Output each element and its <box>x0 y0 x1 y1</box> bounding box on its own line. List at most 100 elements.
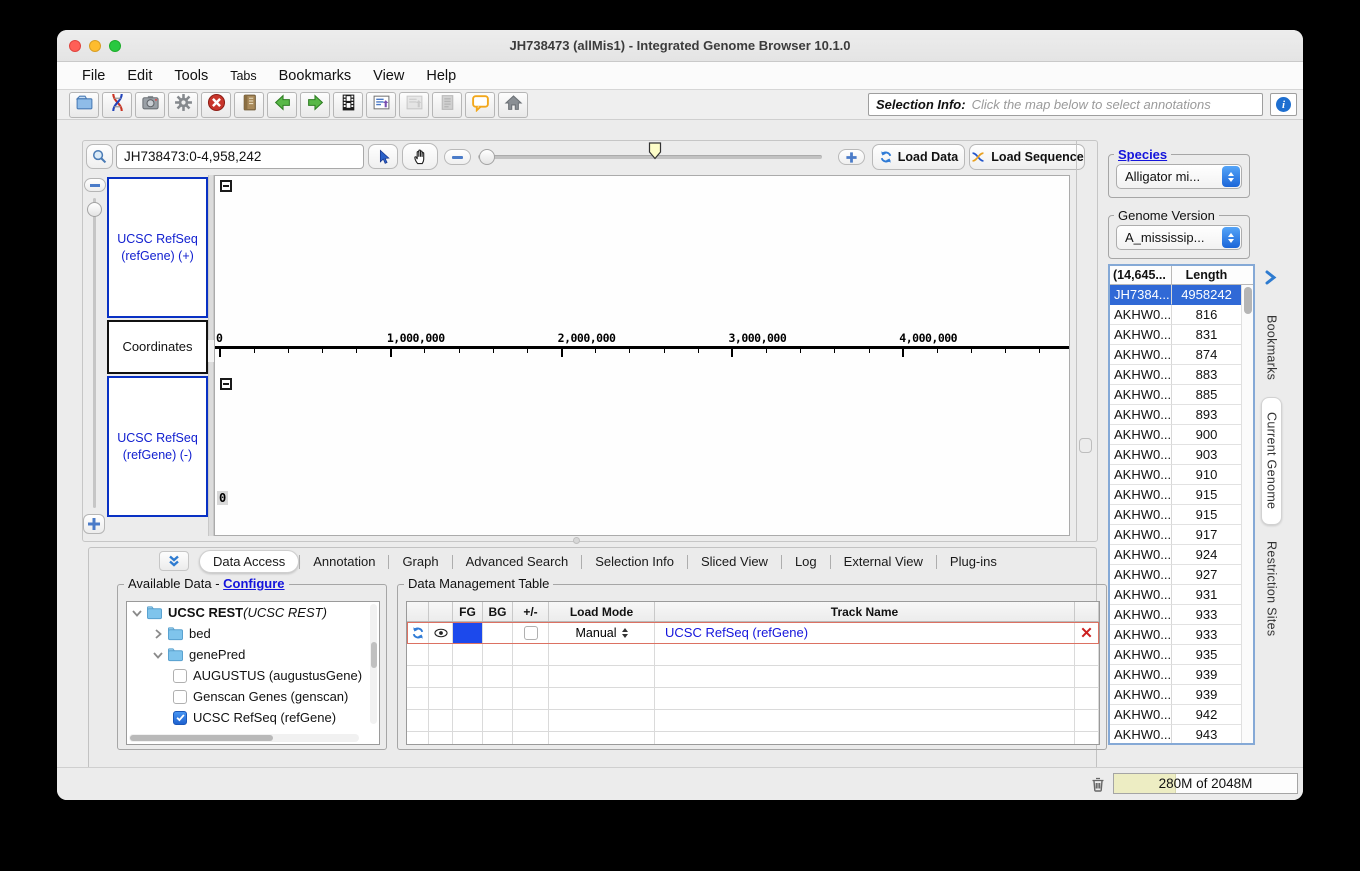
export-view-button[interactable] <box>366 92 396 118</box>
seq-row[interactable]: AKHW0...885 <box>1110 385 1253 405</box>
tree-item-ucsc-refseq-refgene[interactable]: UCSC RefSeq (refGene) <box>127 707 379 728</box>
seq-row[interactable]: AKHW0...816 <box>1110 305 1253 325</box>
load-mode-select[interactable]: Manual <box>549 622 655 644</box>
track-label-coordinates[interactable]: Coordinates <box>107 320 208 374</box>
menu-tabs[interactable]: Tabs <box>219 69 267 83</box>
track-row[interactable]: ManualUCSC RefSeq (refGene) <box>407 622 1099 644</box>
seq-column-header[interactable]: (14,645... <box>1110 266 1172 284</box>
minimize-tab-panel-button[interactable] <box>159 551 189 571</box>
delete-track-icon[interactable] <box>1075 622 1099 644</box>
seq-row[interactable]: AKHW0...927 <box>1110 565 1253 585</box>
preferences-button[interactable] <box>168 92 198 118</box>
vertical-zoom-out-button[interactable] <box>84 178 106 192</box>
tab-data-access[interactable]: Data Access <box>199 550 299 573</box>
seq-row[interactable]: AKHW0...939 <box>1110 685 1253 705</box>
tab-annotation[interactable]: Annotation <box>300 551 388 572</box>
selection-info-details-button[interactable]: i <box>1270 93 1297 116</box>
tree-horizontal-scrollbar[interactable] <box>129 734 359 742</box>
menu-view[interactable]: View <box>362 68 415 84</box>
position-input[interactable]: JH738473:0-4,958,242 <box>116 144 364 169</box>
bottom-splitter-handle[interactable] <box>573 537 580 544</box>
side-tab-bookmarks[interactable]: Bookmarks <box>1261 300 1282 396</box>
forward-button[interactable] <box>300 92 330 118</box>
tree-item-augustus-augustusgene[interactable]: AUGUSTUS (augustusGene) <box>127 665 379 686</box>
bg-color-swatch[interactable] <box>483 622 513 644</box>
export-disabled-button[interactable] <box>399 92 429 118</box>
expand-side-panel-button[interactable] <box>1262 268 1279 287</box>
seq-row[interactable]: AKHW0...933 <box>1110 625 1253 645</box>
sequence-table-scrollbar[interactable] <box>1241 285 1253 743</box>
configure-link[interactable]: Configure <box>223 576 284 591</box>
vertical-zoom-slider[interactable] <box>93 198 96 508</box>
menu-file[interactable]: File <box>71 68 116 84</box>
strand-checkbox[interactable] <box>513 622 549 644</box>
load-sequence-button[interactable]: Load Sequence <box>969 144 1085 170</box>
seq-row[interactable]: AKHW0...931 <box>1110 585 1253 605</box>
memory-meter[interactable]: 280M of 2048M <box>1113 773 1298 794</box>
tab-selection-info[interactable]: Selection Info <box>582 551 687 572</box>
snapshot-button[interactable] <box>135 92 165 118</box>
seq-row[interactable]: AKHW0...939 <box>1110 665 1253 685</box>
select-tool-button[interactable] <box>368 144 398 169</box>
side-tab-restriction-sites[interactable]: Restriction Sites <box>1261 528 1282 650</box>
seq-row[interactable]: AKHW0...933 <box>1110 605 1253 625</box>
seq-row[interactable]: AKHW0...942 <box>1110 705 1253 725</box>
tree-item-genscan-genes-genscan[interactable]: Genscan Genes (genscan) <box>127 686 379 707</box>
seq-row[interactable]: AKHW0...935 <box>1110 645 1253 665</box>
genome-canvas[interactable]: 01,000,0002,000,0003,000,0004,000,000 0 <box>214 175 1070 536</box>
tab-sliced-view[interactable]: Sliced View <box>688 551 781 572</box>
species-select[interactable]: Alligator mi... <box>1116 164 1242 189</box>
seq-row[interactable]: AKHW0...893 <box>1110 405 1253 425</box>
seq-row[interactable]: AKHW0...915 <box>1110 505 1253 525</box>
seq-row[interactable]: AKHW0...910 <box>1110 465 1253 485</box>
track-name-cell[interactable]: UCSC RefSeq (refGene) <box>655 622 1075 644</box>
seq-row[interactable]: AKHW0...943 <box>1110 725 1253 745</box>
zoom-in-button[interactable] <box>838 149 865 165</box>
zoom-out-button[interactable] <box>444 149 471 165</box>
dataset-checkbox[interactable] <box>173 711 187 725</box>
menu-tools[interactable]: Tools <box>163 68 219 84</box>
genome-version-select[interactable]: A_mississip... <box>1116 225 1242 250</box>
movie-button[interactable] <box>333 92 363 118</box>
print-disabled-button[interactable] <box>432 92 462 118</box>
refresh-track-icon[interactable] <box>407 622 429 644</box>
tree-item-ucsc-rest[interactable]: UCSC REST (UCSC REST) <box>127 602 379 623</box>
chevron-right-icon[interactable] <box>152 628 164 640</box>
right-splitter-handle[interactable] <box>1079 438 1092 453</box>
zoom-slider-thumb[interactable] <box>479 149 495 165</box>
chevron-down-icon[interactable] <box>152 649 164 661</box>
seq-row[interactable]: AKHW0...874 <box>1110 345 1253 365</box>
collapse-track-icon[interactable] <box>220 378 232 390</box>
species-title[interactable]: Species <box>1114 147 1171 162</box>
search-button[interactable] <box>86 144 113 169</box>
open-file-button[interactable] <box>69 92 99 118</box>
track-label-refseq-minus[interactable]: UCSC RefSeq (refGene) (-) <box>107 376 208 517</box>
selection-info-field[interactable]: Selection Info: Click the map below to s… <box>868 93 1263 116</box>
menu-edit[interactable]: Edit <box>116 68 163 84</box>
track-label-refseq-plus[interactable]: UCSC RefSeq (refGene) (+) <box>107 177 208 318</box>
tab-advanced-search[interactable]: Advanced Search <box>453 551 582 572</box>
visibility-eye-icon[interactable] <box>429 622 453 644</box>
stop-button[interactable] <box>201 92 231 118</box>
home-button[interactable] <box>498 92 528 118</box>
fg-color-swatch[interactable] <box>453 622 483 644</box>
seq-row[interactable]: JH7384...4958242 <box>1110 285 1253 305</box>
dataset-checkbox[interactable] <box>173 690 187 704</box>
tab-external-view[interactable]: External View <box>831 551 936 572</box>
tab-plug-ins[interactable]: Plug-ins <box>937 551 1010 572</box>
back-button[interactable] <box>267 92 297 118</box>
menu-help[interactable]: Help <box>415 68 467 84</box>
seq-row[interactable]: AKHW0...924 <box>1110 545 1253 565</box>
vertical-zoom-in-button[interactable] <box>83 514 105 534</box>
seq-row[interactable]: AKHW0...883 <box>1110 365 1253 385</box>
menu-bookmarks[interactable]: Bookmarks <box>268 68 363 84</box>
tree-item-bed[interactable]: bed <box>127 623 379 644</box>
dna-button[interactable] <box>102 92 132 118</box>
pan-tool-button[interactable] <box>402 143 438 170</box>
chevron-down-icon[interactable] <box>131 607 143 619</box>
seq-row[interactable]: AKHW0...917 <box>1110 525 1253 545</box>
length-column-header[interactable]: Length <box>1172 266 1241 284</box>
seq-row[interactable]: AKHW0...903 <box>1110 445 1253 465</box>
load-data-button[interactable]: Load Data <box>872 144 965 170</box>
scripts-button[interactable] <box>234 92 264 118</box>
